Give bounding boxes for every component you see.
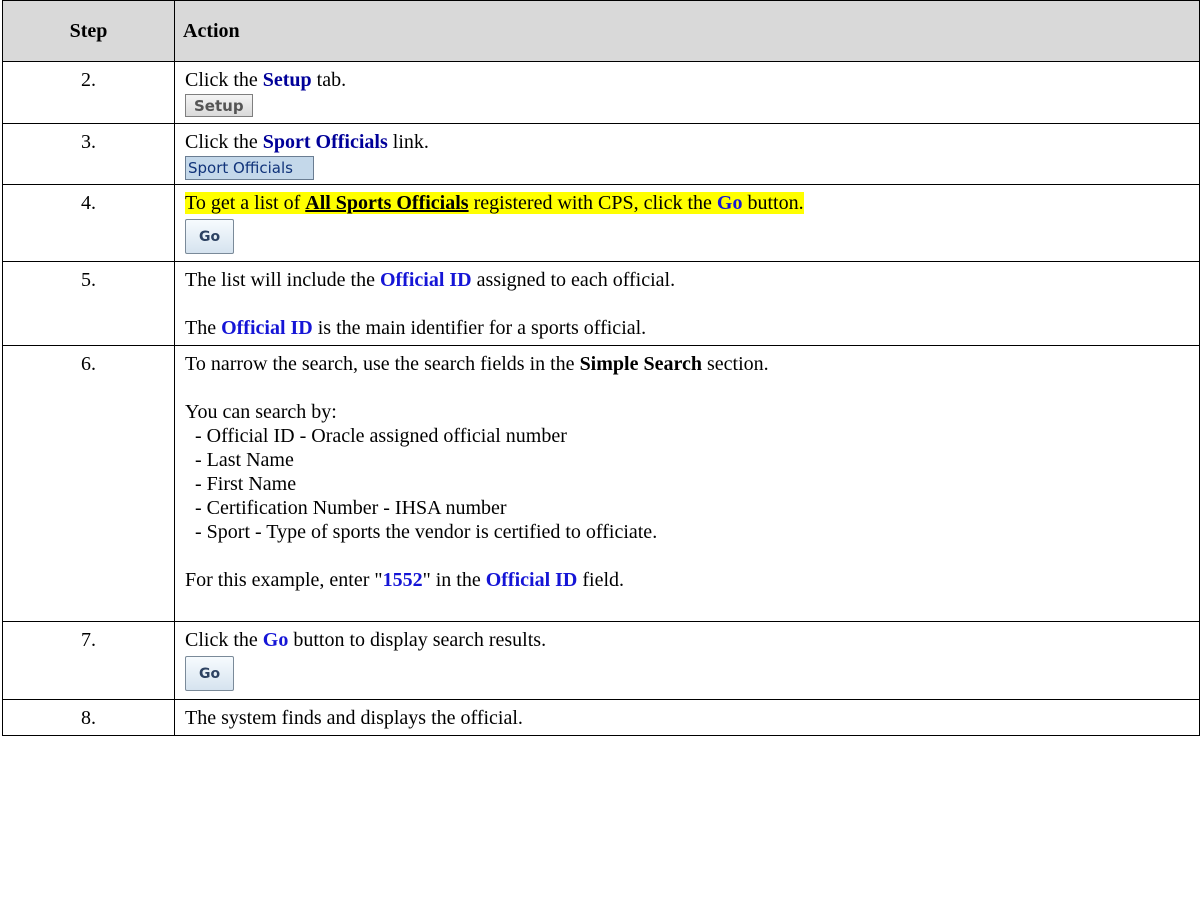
search-field-item: - Certification Number - IHSA number	[195, 497, 507, 519]
step-row: 2. Click the Setup tab. Setup	[2, 61, 1200, 124]
action-text: Click the Go button to display search re…	[185, 629, 547, 651]
step-action: Click the Setup tab. Setup	[174, 61, 1200, 124]
step-row: 4. To get a list of All Sports Officials…	[2, 184, 1200, 262]
step-action: Click the Sport Officials link. Sport Of…	[174, 123, 1200, 185]
keyword: Go	[262, 629, 289, 651]
step-number: 4.	[2, 184, 175, 262]
action-text: The system finds and displays the offici…	[185, 707, 523, 729]
keyword: All Sports Officials	[305, 192, 469, 214]
step-number: 8.	[2, 699, 175, 736]
keyword: Official ID	[221, 317, 313, 339]
action-column-header: Action	[174, 0, 1200, 62]
step-row: 5. The list will include the Official ID…	[2, 261, 1200, 346]
step-row: 3. Click the Sport Officials link. Sport…	[2, 123, 1200, 185]
action-text: The list will include the Official ID as…	[185, 269, 676, 291]
keyword: Setup	[262, 69, 312, 91]
keyword: Official ID	[485, 569, 578, 591]
action-text: To get a list of All Sports Officials re…	[185, 192, 804, 214]
step-number: 2.	[2, 61, 175, 124]
step-action: The list will include the Official ID as…	[174, 261, 1200, 346]
keyword: Simple Search	[579, 353, 702, 375]
go-button-image: Go	[185, 656, 235, 691]
step-row: 6. To narrow the search, use the search …	[2, 345, 1200, 622]
keyword: Official ID	[379, 269, 472, 291]
step-action: To get a list of All Sports Officials re…	[174, 184, 1200, 262]
action-text: The Official ID is the main identifier f…	[185, 317, 647, 339]
step-number: 3.	[2, 123, 175, 185]
go-button-image: Go	[185, 219, 235, 254]
keyword: Sport Officials	[262, 131, 388, 153]
example-text: For this example, enter "1552" in the Of…	[185, 569, 625, 591]
search-intro: You can search by:	[185, 401, 337, 423]
step-action: To narrow the search, use the search fie…	[174, 345, 1200, 622]
step-number: 7.	[2, 621, 175, 700]
step-row: 8. The system finds and displays the off…	[2, 699, 1200, 736]
keyword: Go	[716, 192, 743, 214]
steps-table: Step Action 2. Click the Setup tab. Setu…	[2, 0, 1200, 736]
header-row: Step Action	[2, 0, 1200, 62]
search-field-item: - Official ID - Oracle assigned official…	[195, 425, 567, 447]
action-text: To narrow the search, use the search fie…	[185, 353, 769, 375]
step-number: 5.	[2, 261, 175, 346]
search-field-item: - Sport - Type of sports the vendor is c…	[195, 521, 658, 543]
step-action: Click the Go button to display search re…	[174, 621, 1200, 700]
example-value: 1552	[382, 569, 423, 591]
setup-tab-image: Setup	[185, 94, 253, 117]
step-row: 7. Click the Go button to display search…	[2, 621, 1200, 700]
action-text: Click the Setup tab.	[185, 69, 347, 91]
sport-officials-link-image: Sport Officials	[185, 156, 314, 180]
step-action: The system finds and displays the offici…	[174, 699, 1200, 736]
action-text: Click the Sport Officials link.	[185, 131, 429, 153]
step-number: 6.	[2, 345, 175, 622]
search-field-item: - First Name	[195, 473, 297, 495]
step-column-header: Step	[2, 0, 175, 62]
search-field-item: - Last Name	[195, 449, 294, 471]
